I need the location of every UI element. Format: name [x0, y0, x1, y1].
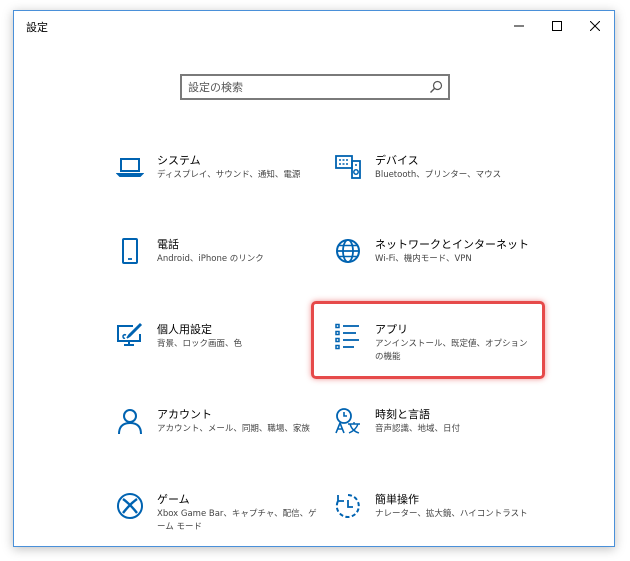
tile-personalization[interactable]: 個人用設定 背景、ロック画面、色 [116, 322, 316, 372]
ease-of-access-icon [335, 494, 360, 518]
tile-devices[interactable]: デバイス Bluetooth、プリンター、マウス [334, 153, 534, 203]
tile-description: 音声認識、地域、日付 [375, 424, 461, 434]
search-input[interactable] [188, 79, 418, 95]
tile-gaming[interactable]: ゲーム Xbox Game Bar、キャプチャ、配信、ゲーム モード [116, 492, 317, 542]
tile-name: ネットワークとインターネット [375, 238, 529, 251]
close-button[interactable] [576, 11, 614, 41]
tile-network[interactable]: ネットワークとインターネット Wi-Fi、機内モード、VPN [334, 237, 534, 287]
tile-name: 個人用設定 [157, 323, 212, 336]
xbox-icon [117, 493, 143, 519]
tile-description: 背景、ロック画面、色 [157, 339, 243, 349]
close-icon [590, 21, 600, 31]
tile-phone[interactable]: 電話 Android、iPhone のリンク [116, 237, 316, 287]
tile-name: アカウント [157, 408, 212, 421]
tile-name: 電話 [157, 238, 179, 251]
minimize-icon [514, 25, 524, 27]
phone-icon [122, 238, 138, 264]
search-box[interactable] [180, 74, 450, 100]
tile-ease-of-access[interactable]: 簡単操作 ナレーター、拡大鏡、ハイコントラスト [334, 492, 534, 542]
keyboard-speaker-icon [335, 155, 361, 179]
tile-accounts[interactable]: アカウント アカウント、メール、同期、職場、家族 [116, 407, 316, 457]
globe-icon [336, 239, 360, 263]
search-icon[interactable] [429, 80, 443, 94]
tile-description: ナレーター、拡大鏡、ハイコントラスト [375, 509, 528, 519]
title-bar[interactable]: 設定 [14, 11, 614, 41]
tile-name: デバイス [375, 154, 419, 167]
tile-description: Xbox Game Bar、キャプチャ、配信、ゲーム モード [157, 509, 317, 532]
tile-description: Android、iPhone のリンク [157, 254, 264, 264]
maximize-button[interactable] [538, 11, 576, 41]
tile-system[interactable]: システム ディスプレイ、サウンド、通知、電源 [116, 153, 316, 203]
window-title: 設定 [26, 21, 48, 34]
tile-time-language[interactable]: 時刻と言語 音声認識、地域、日付 [334, 407, 534, 457]
settings-window: 設定 システム ディスプレイ、サウンド、通知、電源 [13, 10, 615, 547]
maximize-icon [552, 21, 562, 31]
tile-name: 時刻と言語 [375, 408, 430, 421]
tile-description: アカウント、メール、同期、職場、家族 [157, 424, 310, 434]
paint-monitor-icon [117, 322, 143, 346]
clock-language-icon [335, 408, 360, 434]
tile-description: Bluetooth、プリンター、マウス [375, 170, 502, 180]
minimize-button[interactable] [500, 11, 538, 41]
tile-name: システム [157, 154, 201, 167]
laptop-icon [116, 158, 144, 177]
tile-description: ディスプレイ、サウンド、通知、電源 [157, 170, 301, 180]
tile-name: ゲーム [157, 493, 190, 506]
tile-name: 簡単操作 [375, 493, 419, 506]
person-icon [118, 409, 142, 435]
apps-highlight-box [311, 301, 545, 379]
tile-description: Wi-Fi、機内モード、VPN [375, 254, 472, 264]
